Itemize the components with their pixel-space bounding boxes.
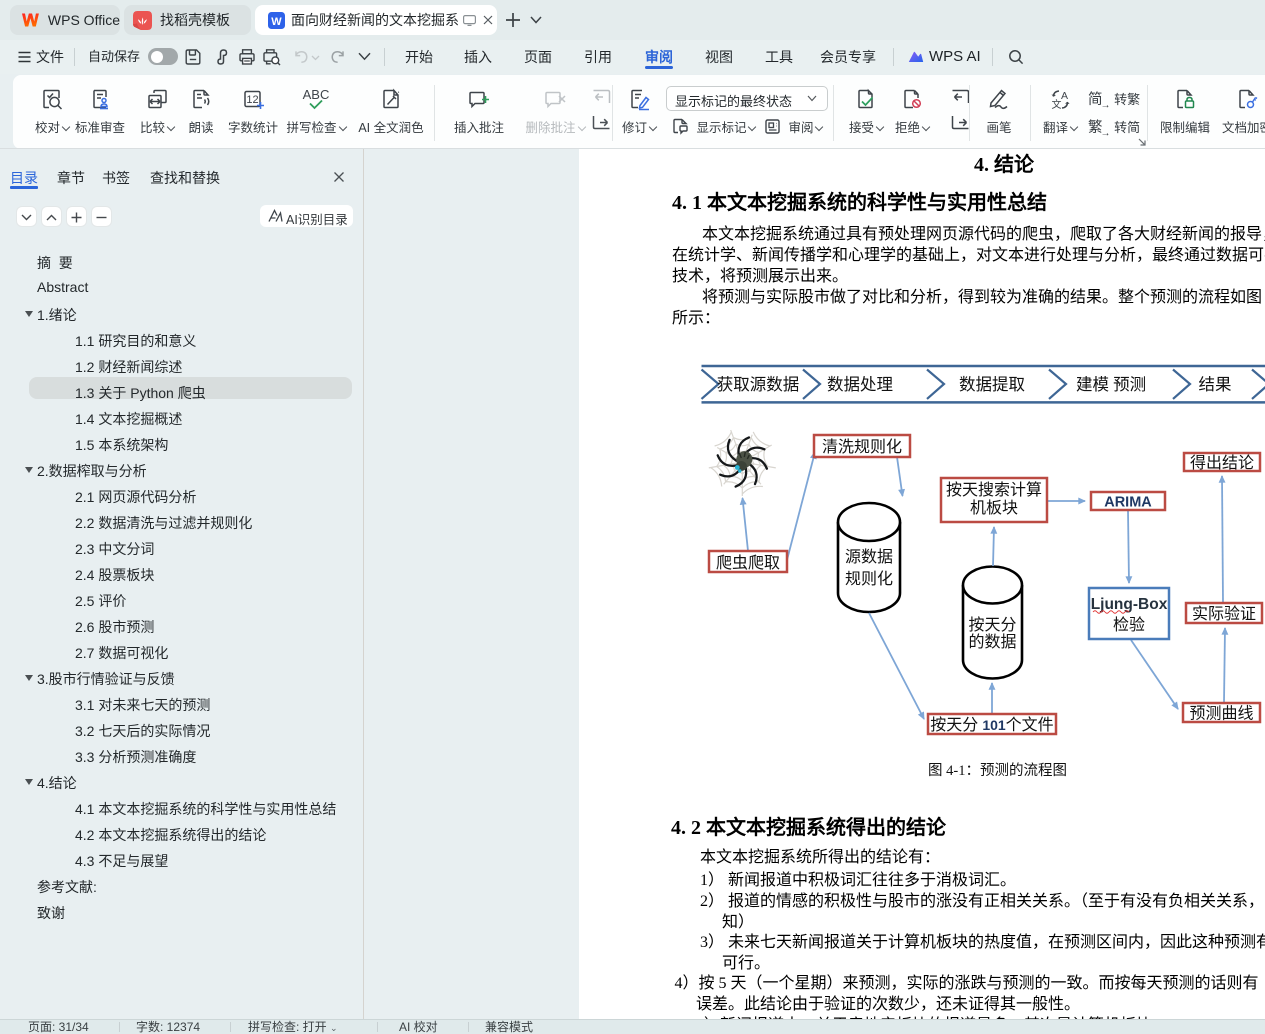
svg-text:ABC: ABC: [303, 88, 330, 102]
svg-text:源数据: 源数据: [845, 548, 893, 566]
svg-text:A: A: [1061, 90, 1068, 102]
svg-text:ARIMA: ARIMA: [1104, 495, 1152, 511]
svg-text:按天分 101个文件: 按天分 101个文件: [930, 716, 1053, 734]
svg-text:规则化: 规则化: [845, 570, 893, 588]
svg-text:得出结论: 得出结论: [1190, 454, 1254, 472]
svg-text:按天搜索计算: 按天搜索计算: [946, 480, 1042, 499]
svg-text:的数据: 的数据: [968, 633, 1016, 651]
svg-text:预测曲线: 预测曲线: [1189, 705, 1253, 723]
svg-text:清洗规则化: 清洗规则化: [822, 438, 902, 456]
svg-text:实际验证: 实际验证: [1192, 605, 1256, 623]
svg-text:获取源数据: 获取源数据: [717, 375, 800, 394]
svg-text:检验: 检验: [1113, 616, 1145, 634]
svg-text:数据处理: 数据处理: [827, 375, 893, 394]
svg-text:按天分: 按天分: [968, 616, 1016, 634]
svg-text:12: 12: [246, 94, 258, 106]
svg-text:建模 预测: 建模 预测: [1076, 375, 1146, 394]
svg-text:爬虫爬取: 爬虫爬取: [716, 554, 780, 572]
svg-text:W: W: [271, 15, 282, 27]
svg-text:文: 文: [1051, 98, 1061, 111]
svg-text:机板块: 机板块: [970, 499, 1018, 517]
svg-text:数据提取: 数据提取: [959, 375, 1025, 394]
svg-text:结果: 结果: [1199, 375, 1232, 394]
svg-text:图 4-1：预测的流程图: 图 4-1：预测的流程图: [928, 762, 1067, 779]
